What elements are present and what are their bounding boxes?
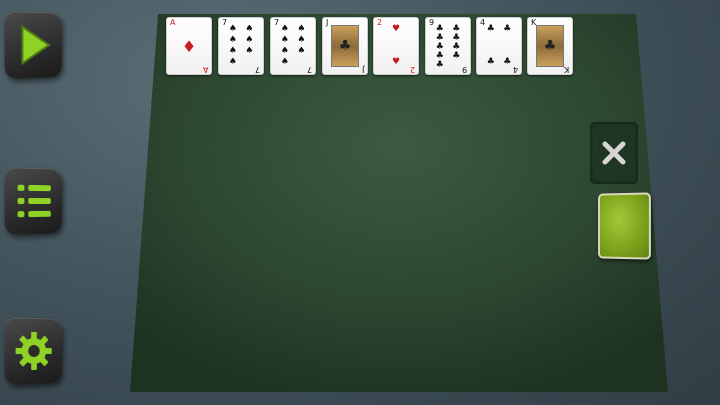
- playing-card[interactable]: 9 9 ♣ ♣ ♣ ♣ ♣ ♣ ♣ ♣ ♣: [425, 17, 471, 75]
- card-suit-pip: ♦: [181, 36, 197, 56]
- card-pips: ♠ ♠ ♠ ♠ ♠ ♠ ♠: [226, 25, 256, 67]
- playing-card[interactable]: J J ♣: [322, 17, 368, 75]
- card-suit-pip: ♣: [486, 24, 495, 34]
- playing-card[interactable]: 2 2 ♥ ♥: [373, 17, 419, 75]
- close-x-icon: [602, 141, 626, 165]
- card-face-art: ♣: [331, 25, 359, 67]
- card-pips: ♣ ♣ ♣ ♣: [484, 25, 514, 67]
- card-suit-pip: ♠: [280, 57, 289, 67]
- play-triangle-icon: [21, 24, 52, 65]
- card-suit-pip: ♣: [452, 51, 461, 61]
- playing-card[interactable]: 7 7 ♠ ♠ ♠ ♠ ♠ ♠ ♠: [270, 17, 316, 75]
- card-suit-pip: ♠: [280, 35, 289, 45]
- card-suit-pip: ♠: [245, 46, 254, 56]
- card-pips: ♣ ♣ ♣ ♣ ♣ ♣ ♣ ♣ ♣: [433, 25, 463, 70]
- gear-icon: [15, 331, 52, 371]
- card-suit-pip: ♠: [245, 24, 254, 34]
- card-suit-pip: ♣: [435, 60, 444, 70]
- card-suit-pip: ♠: [297, 35, 306, 45]
- card-suit-pip: ♠: [245, 35, 254, 45]
- card-suit-pip: ♠: [228, 46, 237, 56]
- card-suit-pip: ♠: [228, 24, 237, 34]
- card-face-art: ♣: [536, 25, 564, 67]
- discard-slot[interactable]: [590, 122, 638, 184]
- card-rank: J: [326, 18, 329, 27]
- card-suit-pip: ♣: [503, 57, 512, 67]
- card-rank: K: [563, 65, 569, 74]
- card-suit-pip: ♠: [280, 24, 289, 34]
- playing-card[interactable]: 4 4 ♣ ♣ ♣ ♣: [476, 17, 522, 75]
- menu-button[interactable]: [4, 166, 62, 236]
- playing-card[interactable]: 7 7 ♠ ♠ ♠ ♠ ♠ ♠ ♠: [218, 17, 264, 75]
- card-rank: J: [361, 65, 364, 74]
- card-suit-pip: ♠: [228, 57, 237, 67]
- play-button[interactable]: [4, 10, 62, 80]
- playing-card[interactable]: A A ♦: [166, 17, 212, 75]
- card-suit-pip: ♠: [297, 46, 306, 56]
- card-suit-pip: ♥: [391, 57, 401, 67]
- playing-card[interactable]: K K ♣: [527, 17, 573, 75]
- card-suit-pip: ♠: [280, 46, 289, 56]
- card-pips: ♠ ♠ ♠ ♠ ♠ ♠ ♠: [278, 25, 308, 67]
- card-suit-pip: ♠: [228, 35, 237, 45]
- card-suit-pip: ♣: [486, 57, 495, 67]
- card-suit-pip: ♥: [391, 24, 401, 34]
- card-suit-pip: ♠: [297, 24, 306, 34]
- settings-button[interactable]: [4, 316, 62, 386]
- list-menu-icon: [17, 184, 51, 218]
- card-suit-pip: ♣: [503, 24, 512, 34]
- stock-pile[interactable]: [598, 192, 651, 260]
- card-pips: ♥ ♥: [381, 25, 411, 67]
